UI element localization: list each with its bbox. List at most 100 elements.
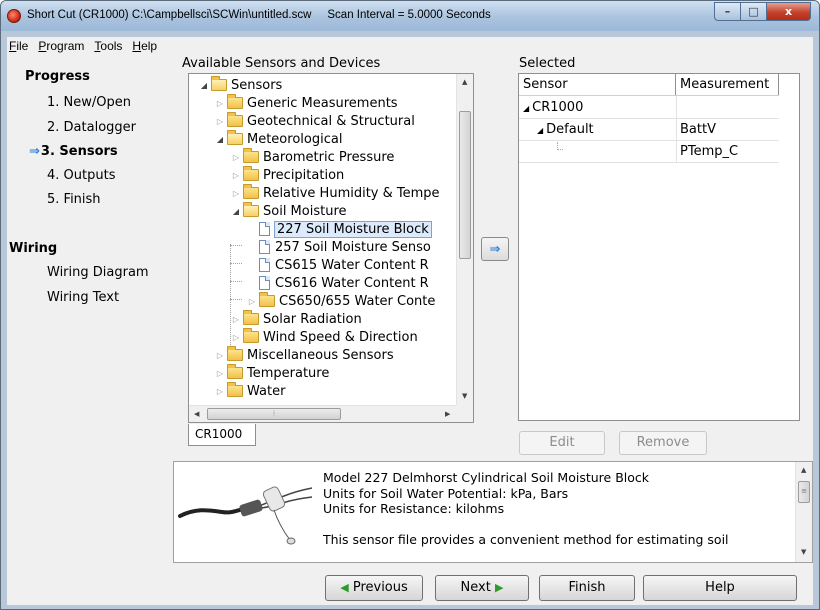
sensor-tree[interactable]: ◢ Sensors ▷ Generic Measurements ▷ Geotechnic… bbox=[188, 73, 474, 423]
expand-icon[interactable]: ▷ bbox=[231, 333, 241, 342]
tree-connector bbox=[230, 263, 242, 264]
tree-vscroll-thumb[interactable] bbox=[459, 111, 471, 259]
collapse-icon[interactable]: ◢ bbox=[215, 135, 225, 144]
tree-item-label: Miscellaneous Sensors bbox=[247, 347, 394, 363]
tree-sensor-item[interactable]: 227 Soil Moisture Block bbox=[247, 220, 432, 238]
expand-icon[interactable]: ▷ bbox=[231, 171, 241, 180]
left-arrow-icon: ◀ bbox=[340, 581, 349, 594]
tree-sensor-item[interactable]: CS615 Water Content R bbox=[247, 256, 429, 274]
collapse-icon[interactable]: ◢ bbox=[199, 81, 209, 90]
tree-folder-item[interactable]: ▷ Relative Humidity & Tempe bbox=[231, 184, 440, 202]
step-finish[interactable]: 5. Finish bbox=[47, 192, 101, 207]
add-sensor-button[interactable]: ⇒ bbox=[481, 237, 509, 261]
scroll-corner bbox=[456, 405, 473, 422]
folder-icon bbox=[243, 328, 259, 343]
minimize-button[interactable]: – bbox=[714, 2, 741, 21]
step-sensors-label: 3. Sensors bbox=[40, 144, 118, 159]
tab-cr1000[interactable]: CR1000 bbox=[188, 424, 256, 446]
expand-icon[interactable]: ▷ bbox=[231, 153, 241, 162]
expand-icon[interactable]: ▷ bbox=[215, 99, 225, 108]
tree-vertical-scrollbar[interactable]: ▲ ▼ bbox=[456, 74, 473, 406]
menu-help[interactable]: Help bbox=[132, 39, 157, 53]
column-sensor[interactable]: Sensor bbox=[519, 74, 676, 95]
tree-item-label: Geotechnical & Structural bbox=[247, 113, 415, 129]
expand-icon[interactable]: ▷ bbox=[231, 315, 241, 324]
tree-item-label: 227 Soil Moisture Block bbox=[274, 220, 432, 238]
step-sensors[interactable]: ⇒3. Sensors bbox=[29, 144, 118, 159]
scroll-up-icon[interactable]: ▲ bbox=[462, 78, 467, 86]
expand-down-icon: ◢ bbox=[523, 104, 530, 113]
info-scrollbar[interactable]: ▲ ≡ ▼ bbox=[795, 462, 812, 562]
tree-item-label: Barometric Pressure bbox=[263, 149, 395, 165]
tree-folder-item[interactable]: ▷ Miscellaneous Sensors bbox=[215, 346, 394, 364]
help-button[interactable]: Help bbox=[643, 575, 797, 601]
menu-tools[interactable]: Tools bbox=[94, 39, 122, 53]
wiring-diagram-link[interactable]: Wiring Diagram bbox=[47, 265, 149, 280]
previous-label: Previous bbox=[352, 580, 408, 595]
expand-icon[interactable]: ▷ bbox=[231, 189, 241, 198]
scan-interval: Scan Interval = 5.0000 Seconds bbox=[327, 9, 491, 21]
tree-folder-item[interactable]: ▷ Temperature bbox=[215, 364, 329, 382]
tree-folder-item[interactable]: ▷ Wind Speed & Direction bbox=[231, 328, 418, 346]
tree-folder-item[interactable]: ▷ Geotechnical & Structural bbox=[215, 112, 415, 130]
folder-icon bbox=[243, 310, 259, 325]
row-measurement[interactable]: PTemp_C bbox=[680, 144, 738, 159]
tree-folder-item[interactable]: ▷ CS650/655 Water Conte bbox=[247, 292, 435, 310]
previous-button[interactable]: ◀ Previous bbox=[325, 575, 423, 601]
step-outputs[interactable]: 4. Outputs bbox=[47, 168, 115, 183]
window-title: Short Cut (CR1000) C:\Campbellsci\SCWin\… bbox=[27, 9, 491, 21]
column-measurement[interactable]: Measurement bbox=[676, 74, 779, 95]
menu-file[interactable]: File bbox=[9, 39, 28, 53]
wiring-title: Wiring bbox=[9, 241, 58, 256]
close-button[interactable]: x bbox=[767, 2, 811, 21]
folder-icon bbox=[227, 382, 243, 397]
edit-button[interactable]: Edit bbox=[519, 431, 605, 455]
expand-icon[interactable]: ▷ bbox=[215, 369, 225, 378]
tree-sensor-item[interactable]: 257 Soil Moisture Senso bbox=[247, 238, 431, 256]
tree-folder-item[interactable]: ◢ Sensors bbox=[199, 76, 282, 94]
maximize-button[interactable]: □ bbox=[741, 2, 767, 21]
tree-folder-item[interactable]: ▷ Generic Measurements bbox=[215, 94, 398, 112]
collapse-icon[interactable]: ◢ bbox=[231, 207, 241, 216]
row-measurement[interactable]: BattV bbox=[680, 122, 716, 137]
scroll-down-icon[interactable]: ▼ bbox=[801, 548, 806, 556]
menu-program[interactable]: Program bbox=[38, 39, 84, 53]
tree-sensor-item[interactable]: CS616 Water Content R bbox=[247, 274, 429, 292]
scroll-down-icon[interactable]: ▼ bbox=[462, 392, 467, 400]
tree-connector bbox=[557, 142, 563, 150]
tree-folder-item[interactable]: ▷ Precipitation bbox=[231, 166, 344, 184]
scroll-up-icon[interactable]: ▲ bbox=[801, 466, 806, 474]
folder-open-icon bbox=[243, 202, 259, 217]
title-bar[interactable]: Short Cut (CR1000) C:\Campbellsci\SCWin\… bbox=[1, 1, 819, 31]
finish-button[interactable]: Finish bbox=[539, 575, 635, 601]
table-row[interactable]: ◢ CR1000 bbox=[523, 100, 583, 115]
scroll-left-icon[interactable]: ◀ bbox=[194, 410, 199, 418]
file-icon bbox=[259, 240, 270, 254]
tree-item-label: Sensors bbox=[231, 77, 283, 93]
tree-horizontal-scrollbar[interactable]: ◀ ⦙ ▶ bbox=[189, 405, 457, 422]
next-label: Next bbox=[460, 580, 491, 595]
scroll-right-icon[interactable]: ▶ bbox=[445, 410, 450, 418]
table-row[interactable]: ◢ Default bbox=[537, 122, 594, 137]
grid-divider bbox=[676, 96, 677, 162]
next-button[interactable]: Next ▶ bbox=[435, 575, 529, 601]
tree-folder-item[interactable]: ▷ Barometric Pressure bbox=[231, 148, 394, 166]
step-new-open[interactable]: 1. New/Open bbox=[47, 95, 131, 110]
expand-icon[interactable]: ▷ bbox=[215, 117, 225, 126]
tree-item-label: Meteorological bbox=[247, 131, 343, 147]
expand-icon[interactable]: ▷ bbox=[215, 351, 225, 360]
selected-grid[interactable]: Sensor Measurement ◢ CR1000 ◢ Default Batt… bbox=[518, 73, 800, 421]
remove-button[interactable]: Remove bbox=[619, 431, 707, 455]
wiring-text-link[interactable]: Wiring Text bbox=[47, 290, 119, 305]
expand-icon[interactable]: ▷ bbox=[215, 387, 225, 396]
folder-icon bbox=[227, 94, 243, 109]
tree-folder-item[interactable]: ◢ Soil Moisture bbox=[231, 202, 347, 220]
folder-icon bbox=[227, 364, 243, 379]
tree-folder-item[interactable]: ▷ Water bbox=[215, 382, 285, 400]
expand-icon[interactable]: ▷ bbox=[247, 297, 257, 306]
info-scroll-thumb[interactable]: ≡ bbox=[798, 481, 810, 503]
step-datalogger[interactable]: 2. Datalogger bbox=[47, 120, 136, 135]
tree-folder-item[interactable]: ◢ Meteorological bbox=[215, 130, 342, 148]
tree-hscroll-thumb[interactable]: ⦙ bbox=[207, 408, 341, 420]
tree-folder-item[interactable]: ▷ Solar Radiation bbox=[231, 310, 362, 328]
